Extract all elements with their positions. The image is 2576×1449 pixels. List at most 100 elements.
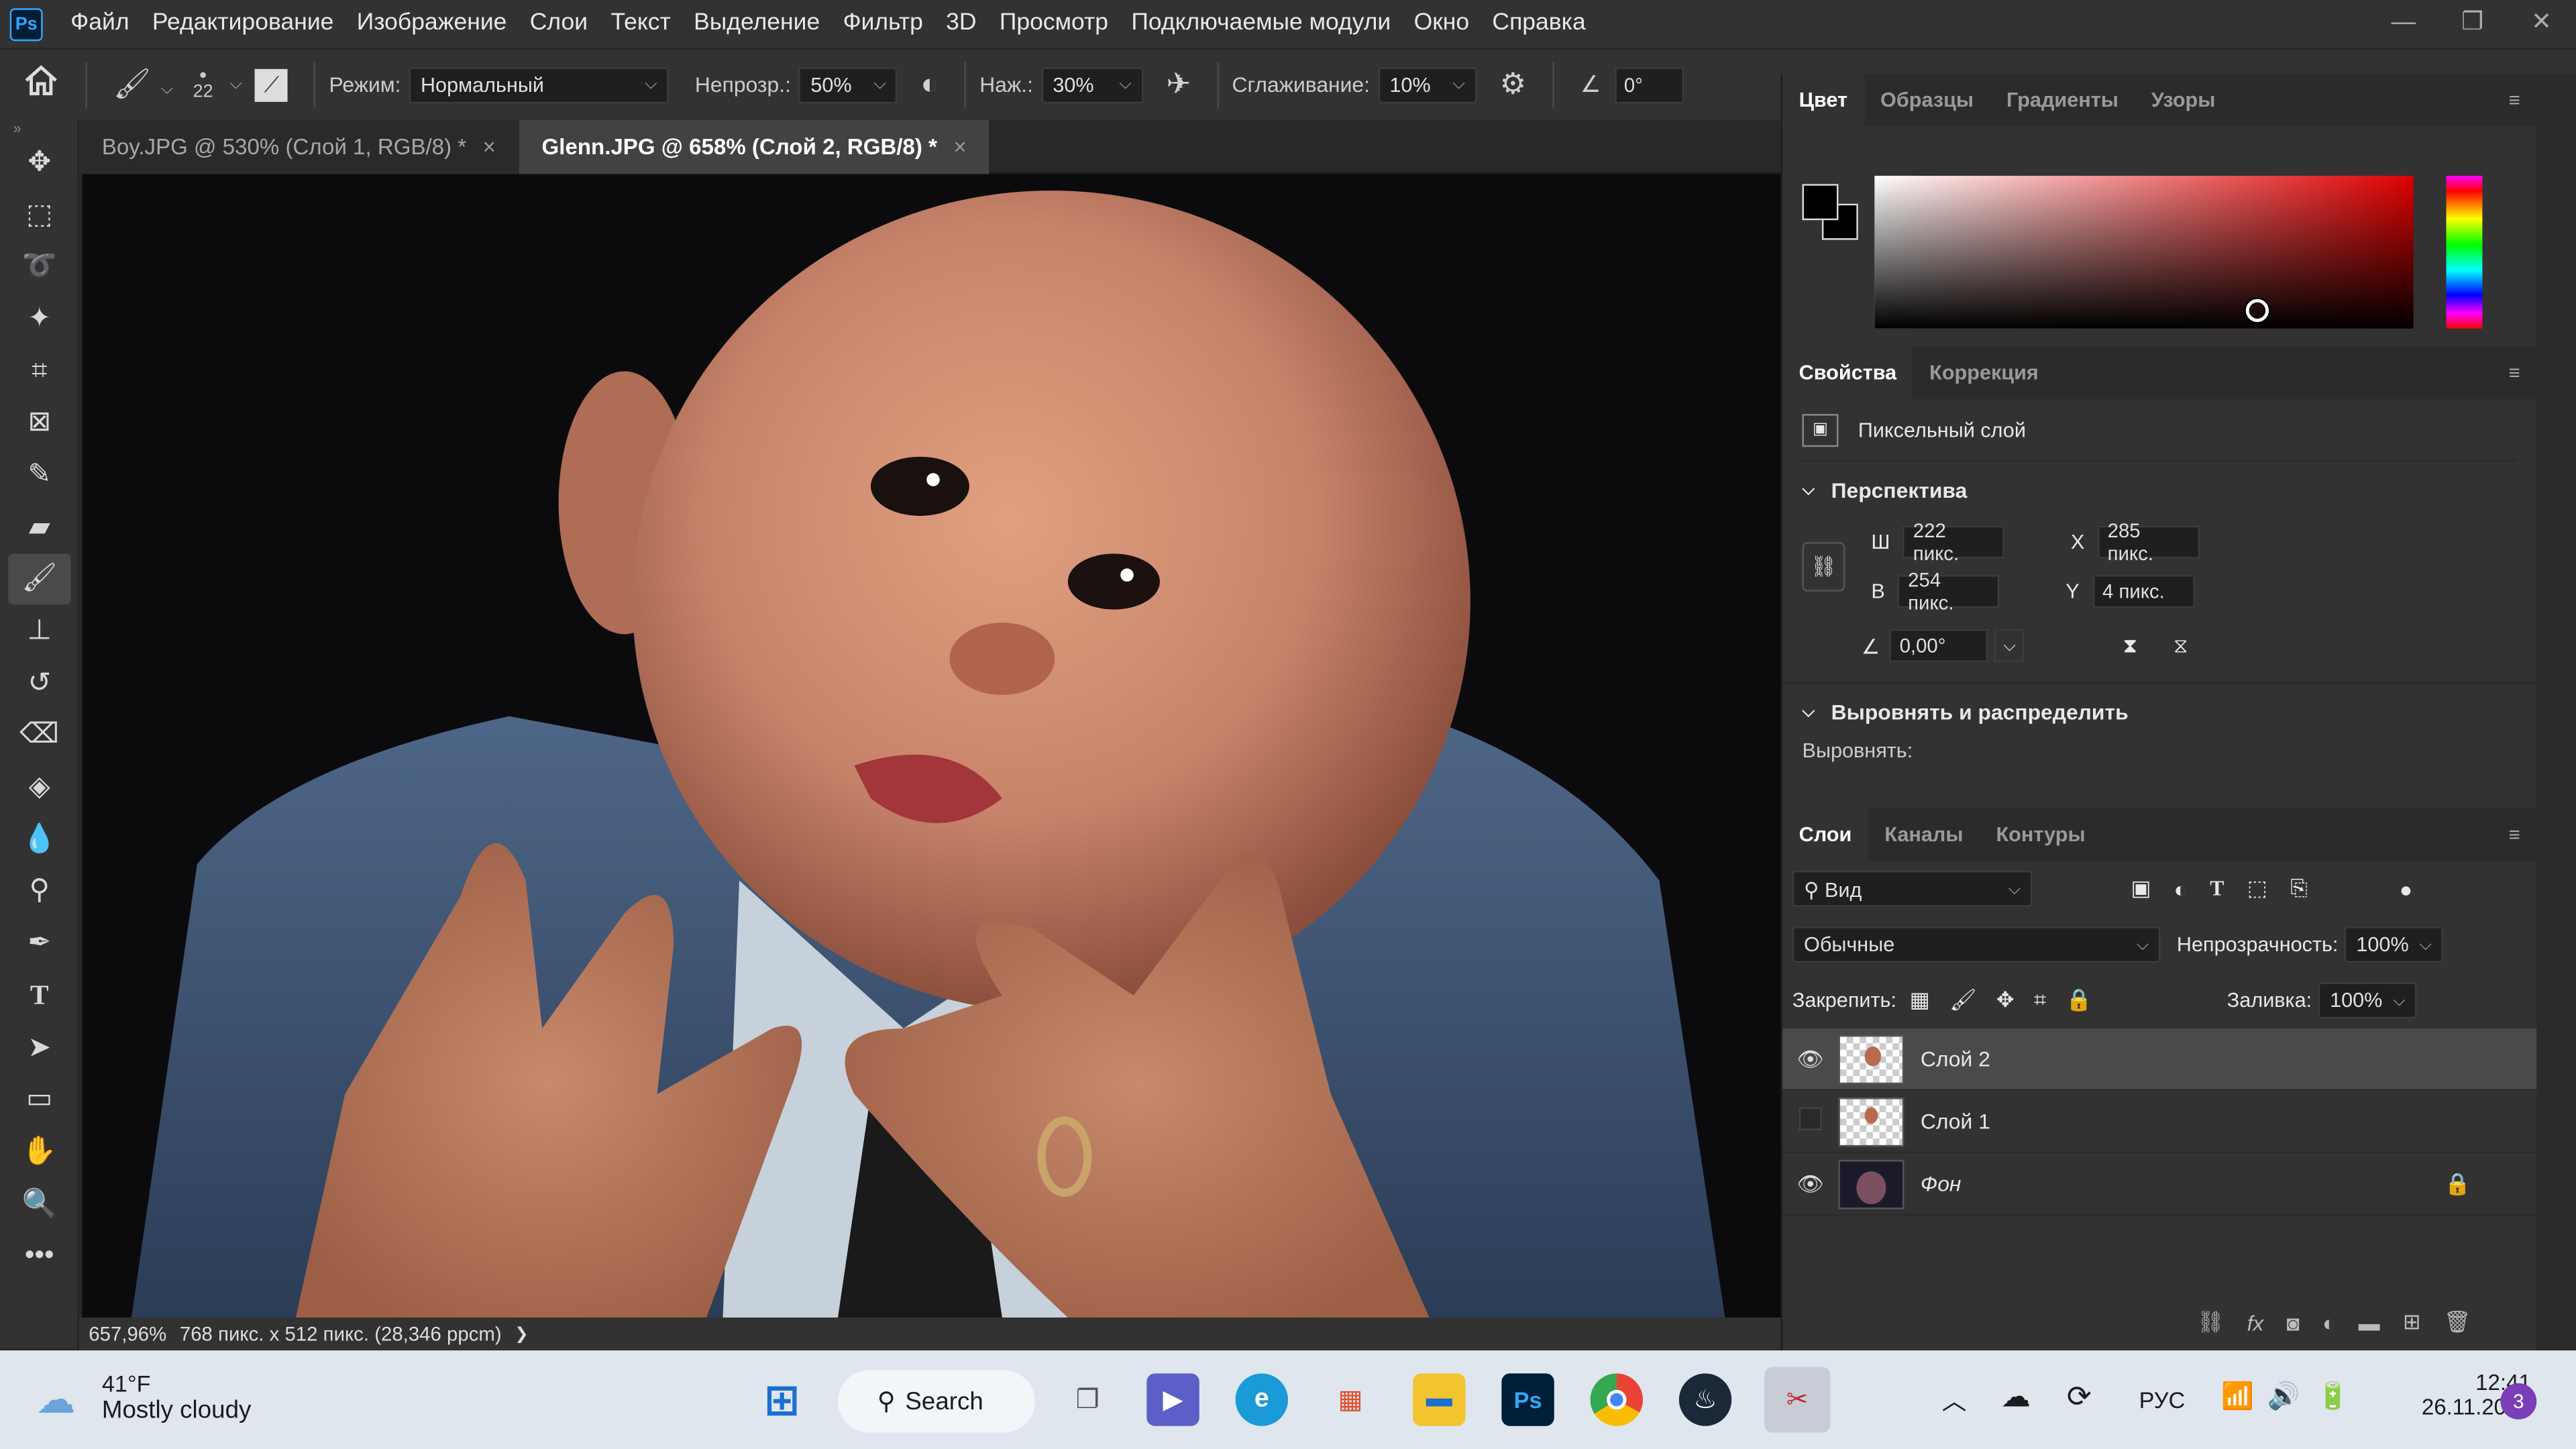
layer-opacity-field[interactable]: 100% ⌵ — [2345, 926, 2444, 963]
panel-menu-icon[interactable]: ≡ — [2509, 823, 2520, 846]
photoshop-taskbar-icon[interactable]: Ps — [1501, 1373, 1554, 1426]
right-scrollbar[interactable] — [2536, 74, 2576, 1351]
lock-transparency-icon[interactable]: ▦ — [1910, 987, 1930, 1014]
close-icon[interactable]: × — [483, 135, 496, 160]
tab-channels[interactable]: Каналы — [1868, 808, 1980, 861]
paint-bucket-tool-icon[interactable]: ◈ — [0, 761, 79, 813]
filter-shape-icon[interactable]: ⬚ — [2247, 875, 2267, 902]
tab-layers[interactable]: Слои — [1782, 808, 1868, 861]
chevron-down-icon[interactable]: ⌵ — [1994, 629, 2025, 662]
lock-pixels-icon[interactable]: 🖌 — [1949, 987, 1976, 1014]
tab-glenn[interactable]: Glenn.JPG @ 658% (Слой 2, RGB/8) * × — [519, 119, 990, 174]
eye-icon[interactable]: 👁 — [1782, 1046, 1838, 1072]
task-view-icon[interactable]: ❐ — [1061, 1373, 1114, 1426]
menu-file[interactable]: Файл — [59, 0, 141, 48]
lock-artboard-icon[interactable]: ⌗ — [2034, 987, 2046, 1014]
angle-field[interactable]: 0° — [1614, 66, 1684, 103]
blend-mode-select[interactable]: Обычные ⌵ — [1792, 926, 2161, 963]
path-selection-tool-icon[interactable]: ➤ — [0, 1022, 79, 1074]
layer-filter-select[interactable]: ⚲ Вид ⌵ — [1792, 870, 2033, 907]
snipping-tool-icon[interactable]: ✂ — [1764, 1366, 1831, 1433]
dodge-tool-icon[interactable]: ⚲ — [0, 865, 79, 918]
lock-position-icon[interactable]: ✥ — [1996, 987, 2015, 1014]
eye-icon[interactable]: 👁 — [1782, 1171, 1838, 1197]
fill-field[interactable]: 100% ⌵ — [2318, 982, 2417, 1019]
minimize-icon[interactable]: — — [2369, 0, 2438, 48]
hand-tool-icon[interactable]: ✋ — [0, 1126, 79, 1178]
marquee-tool-icon[interactable]: ⬚ — [0, 189, 79, 241]
teams-icon[interactable]: ▶ — [1146, 1373, 1199, 1426]
flip-vertical-icon[interactable]: ⧖ — [2174, 633, 2188, 658]
menu-plugins[interactable]: Подключаемые модули — [1120, 0, 1402, 48]
layer-item[interactable]: Слой 1 — [1782, 1091, 2537, 1154]
perspective-section[interactable]: ⌵ Перспектива — [1803, 462, 2517, 517]
menu-layers[interactable]: Слои — [519, 0, 600, 48]
gear-icon[interactable]: ⚙ — [1499, 67, 1526, 101]
file-explorer-icon[interactable]: ▬ — [1413, 1373, 1466, 1426]
brush-settings-icon[interactable]: ⟋ — [255, 68, 288, 101]
photoshop-logo-icon[interactable]: Ps — [9, 7, 43, 41]
stamp-tool-icon[interactable]: ⊥ — [0, 605, 79, 657]
rotation-angle-field[interactable]: 0,00° — [1889, 629, 1988, 662]
lasso-tool-icon[interactable]: ➰ — [0, 240, 79, 292]
pen-tool-icon[interactable]: ✒ — [0, 917, 79, 969]
volume-icon[interactable]: 🔊 — [2267, 1380, 2300, 1413]
color-picker-field[interactable] — [1874, 176, 2414, 329]
frame-tool-icon[interactable]: ⊠ — [0, 396, 79, 449]
crop-tool-icon[interactable]: ⌗ — [0, 345, 79, 397]
move-tool-icon[interactable]: ✥ — [0, 136, 79, 189]
visibility-toggle-empty[interactable] — [1782, 1107, 1838, 1136]
y-field[interactable]: 4 пикс. — [2092, 575, 2195, 608]
menu-window[interactable]: Окно — [1402, 0, 1481, 48]
mode-select[interactable]: Нормальный ⌵ — [409, 66, 669, 103]
magic-wand-tool-icon[interactable]: ✦ — [0, 292, 79, 345]
trash-icon[interactable]: 🗑 — [2444, 1309, 2471, 1336]
flow-field[interactable]: 30% ⌵ — [1041, 66, 1144, 103]
brush-size-picker[interactable]: ● 22 — [193, 67, 213, 101]
brush-tool-icon[interactable]: 🖌 — [8, 553, 71, 605]
link-layers-icon[interactable]: ⛓ — [2197, 1309, 2224, 1336]
brush-preset-icon[interactable]: 🖌 ⌵ — [113, 67, 173, 101]
chevron-up-icon[interactable]: ︿ — [1942, 1383, 1967, 1417]
menu-view[interactable]: Просмотр — [988, 0, 1120, 48]
hue-slider[interactable] — [2446, 176, 2483, 329]
weather-icon[interactable]: ☁ — [36, 1377, 76, 1424]
search-button[interactable]: ⚲ Search — [837, 1370, 1035, 1433]
color-picker-cursor[interactable] — [2245, 299, 2269, 323]
layer-item[interactable]: 👁 Слой 2 — [1782, 1028, 2537, 1091]
zoom-tool-icon[interactable]: 🔍 — [0, 1177, 79, 1230]
healing-brush-tool-icon[interactable]: ▰ — [0, 500, 79, 553]
link-icon[interactable]: ⛓ — [1802, 542, 1845, 592]
layer-name[interactable]: Слой 2 — [1921, 1046, 1990, 1071]
new-layer-icon[interactable]: ⊞ — [2403, 1309, 2421, 1336]
filter-pixel-icon[interactable]: ▣ — [2131, 875, 2151, 902]
foreground-color-swatch[interactable] — [1802, 184, 1839, 221]
panel-menu-icon[interactable]: ≡ — [2509, 362, 2520, 384]
notification-badge[interactable]: 3 — [2500, 1383, 2537, 1419]
collapse-icon[interactable]: » — [0, 120, 77, 136]
menu-filter[interactable]: Фильтр — [831, 0, 934, 48]
filter-adjustment-icon[interactable]: ◐ — [2174, 877, 2187, 902]
fx-icon[interactable]: fx — [2247, 1310, 2264, 1335]
smoothing-field[interactable]: 10% ⌵ — [1378, 66, 1477, 103]
width-field[interactable]: 222 пикс. — [1903, 519, 2005, 565]
layer-item[interactable]: 👁 Фон 🔒 — [1782, 1153, 2537, 1216]
edge-icon[interactable]: e — [1235, 1373, 1289, 1426]
filter-toggle-icon[interactable]: ● — [2400, 877, 2412, 902]
battery-icon[interactable]: 🔋 — [2316, 1380, 2349, 1413]
filter-type-icon[interactable]: T — [2210, 875, 2224, 902]
eyedropper-tool-icon[interactable]: ✎ — [0, 449, 79, 501]
tab-boy[interactable]: Boy.JPG @ 530% (Слой 1, RGB/8) * × — [78, 119, 519, 174]
menu-help[interactable]: Справка — [1481, 0, 1597, 48]
more-tools-icon[interactable]: ••• — [0, 1230, 79, 1282]
folder-icon[interactable]: ▬ — [2359, 1310, 2380, 1335]
menu-edit[interactable]: Редактирование — [141, 0, 345, 48]
lock-all-icon[interactable]: 🔒 — [2065, 987, 2092, 1014]
wifi-icon[interactable]: 📶 — [2221, 1380, 2254, 1413]
language-indicator[interactable]: РУС — [2139, 1387, 2186, 1413]
rectangle-tool-icon[interactable]: ▭ — [0, 1073, 79, 1126]
chevron-down-icon[interactable]: ⌵ — [229, 76, 242, 94]
eraser-tool-icon[interactable]: ⌫ — [0, 709, 79, 761]
close-icon[interactable]: ✕ — [2507, 0, 2576, 48]
add-mask-icon[interactable]: ◙ — [2287, 1310, 2300, 1335]
